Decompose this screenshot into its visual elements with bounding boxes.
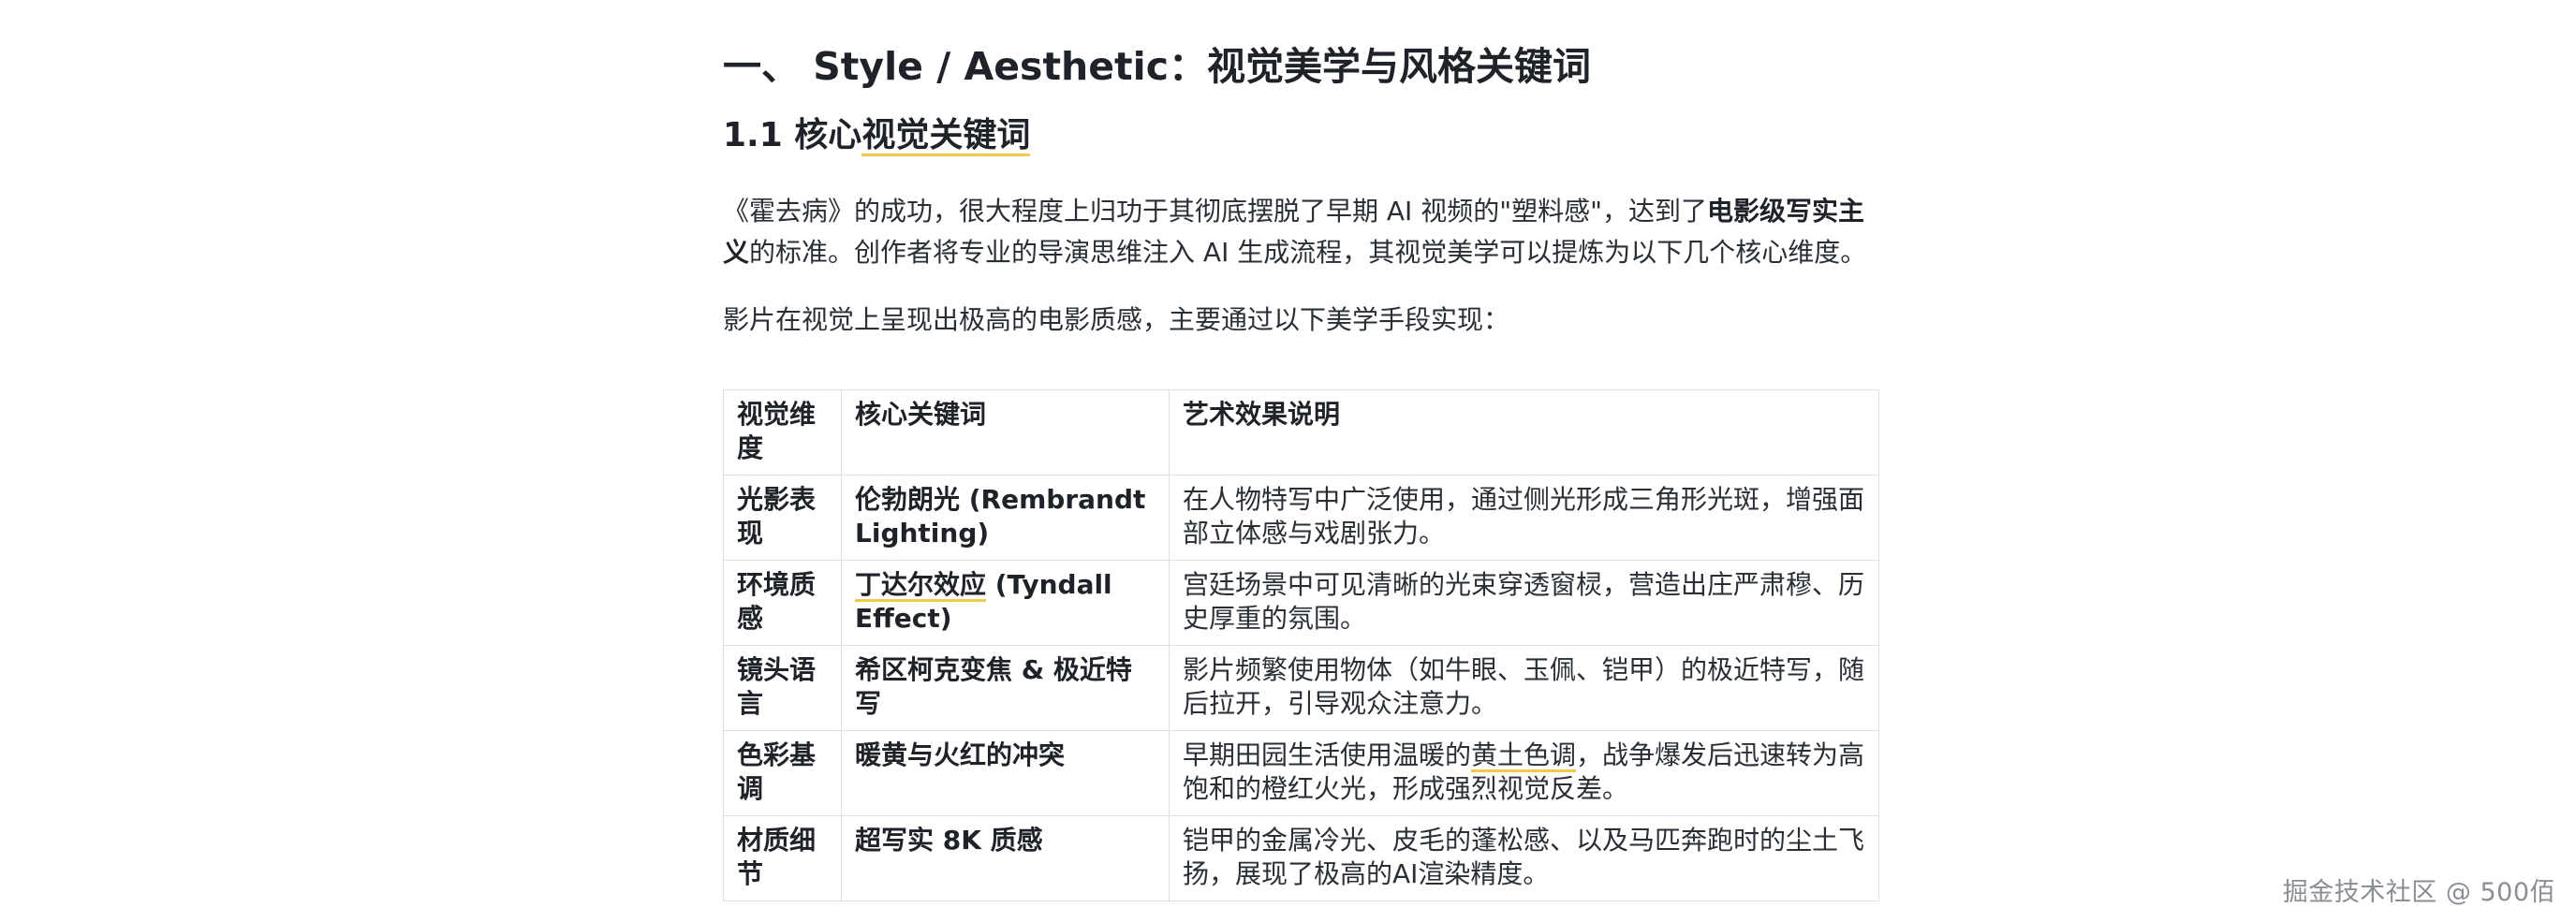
- cell-keyword: 超写实 8K 质感: [841, 815, 1170, 901]
- cell-keyword: 伦勃朗光 (Rembrandt Lighting): [841, 475, 1170, 561]
- cell-effect: 在人物特写中广泛使用，通过侧光形成三角形光斑，增强面部立体感与戏剧张力。: [1169, 475, 1879, 561]
- cell-keyword: 暖黄与火红的冲突: [841, 730, 1170, 816]
- cell-effect-before: 早期田园生活使用温暖的: [1183, 739, 1472, 770]
- header-keyword: 核心关键词: [841, 389, 1170, 476]
- cell-dimension: 镜头语言: [723, 645, 842, 731]
- header-effect: 艺术效果说明: [1169, 389, 1879, 476]
- highlighted-keyword[interactable]: 丁达尔效应: [855, 569, 987, 602]
- table-row: 色彩基调 暖黄与火红的冲突 早期田园生活使用温暖的黄土色调，战争爆发后迅速转为高…: [723, 730, 1879, 816]
- intro-text-part1: 《霍去病》的成功，很大程度上归功于其彻底摆脱了早期 AI 视频的"塑料感"，达到…: [723, 196, 1707, 227]
- cell-dimension: 色彩基调: [723, 730, 842, 816]
- lead-paragraph: 影片在视觉上呈现出极高的电影质感，主要通过以下美学手段实现：: [723, 304, 1510, 335]
- header-dimension: 视觉维度: [723, 389, 842, 476]
- watermark: 掘金技术社区 @ 500佰: [2282, 878, 2555, 907]
- table-row: 光影表现 伦勃朗光 (Rembrandt Lighting) 在人物特写中广泛使…: [723, 475, 1879, 561]
- cell-effect: 早期田园生活使用温暖的黄土色调，战争爆发后迅速转为高饱和的橙红火光，形成强烈视觉…: [1169, 730, 1879, 816]
- intro-text-part2: 的标准。创作者将专业的导演思维注入 AI 生成流程，其视觉美学可以提炼为以下几个…: [749, 237, 1867, 268]
- cell-keyword: 希区柯克变焦 & 极近特写: [841, 645, 1170, 731]
- table-header-row: 视觉维度 核心关键词 艺术效果说明: [723, 389, 1879, 476]
- article: 一、 Style / Aesthetic：视觉美学与风格关键词 1.1 核心视觉…: [723, 37, 1879, 901]
- cell-effect: 影片频繁使用物体（如牛眼、玉佩、铠甲）的极近特写，随后拉开，引导观众注意力。: [1169, 645, 1879, 731]
- aesthetics-table: 视觉维度 核心关键词 艺术效果说明 光影表现 伦勃朗光 (Rembrandt L…: [723, 389, 1879, 901]
- table-row: 环境质感 丁达尔效应 (Tyndall Effect) 宫廷场景中可见清晰的光束…: [723, 560, 1879, 646]
- table-row: 材质细节 超写实 8K 质感 铠甲的金属冷光、皮毛的蓬松感、以及马匹奔跑时的尘土…: [723, 815, 1879, 901]
- highlighted-keyword[interactable]: 视觉关键词: [861, 116, 1031, 156]
- subsection-heading: 1.1 核心视觉关键词: [723, 109, 1878, 163]
- subsection-heading-prefix: 1.1 核心: [723, 116, 862, 154]
- cell-dimension: 光影表现: [723, 475, 842, 561]
- table-row: 镜头语言 希区柯克变焦 & 极近特写 影片频繁使用物体（如牛眼、玉佩、铠甲）的极…: [723, 645, 1879, 731]
- cell-keyword: 丁达尔效应 (Tyndall Effect): [841, 560, 1170, 646]
- cell-dimension: 材质细节: [723, 815, 842, 901]
- highlighted-keyword[interactable]: 黄土色调: [1471, 739, 1577, 772]
- intro-paragraph: 《霍去病》的成功，很大程度上归功于其彻底摆脱了早期 AI 视频的"塑料感"，达到…: [723, 191, 1878, 273]
- section-heading: 一、 Style / Aesthetic：视觉美学与风格关键词: [723, 44, 1592, 89]
- cell-effect: 宫廷场景中可见清晰的光束穿透窗棂，营造出庄严肃穆、历史厚重的氛围。: [1169, 560, 1879, 646]
- cell-dimension: 环境质感: [723, 560, 842, 646]
- cell-effect: 铠甲的金属冷光、皮毛的蓬松感、以及马匹奔跑时的尘土飞扬，展现了极高的AI渲染精度…: [1169, 815, 1879, 901]
